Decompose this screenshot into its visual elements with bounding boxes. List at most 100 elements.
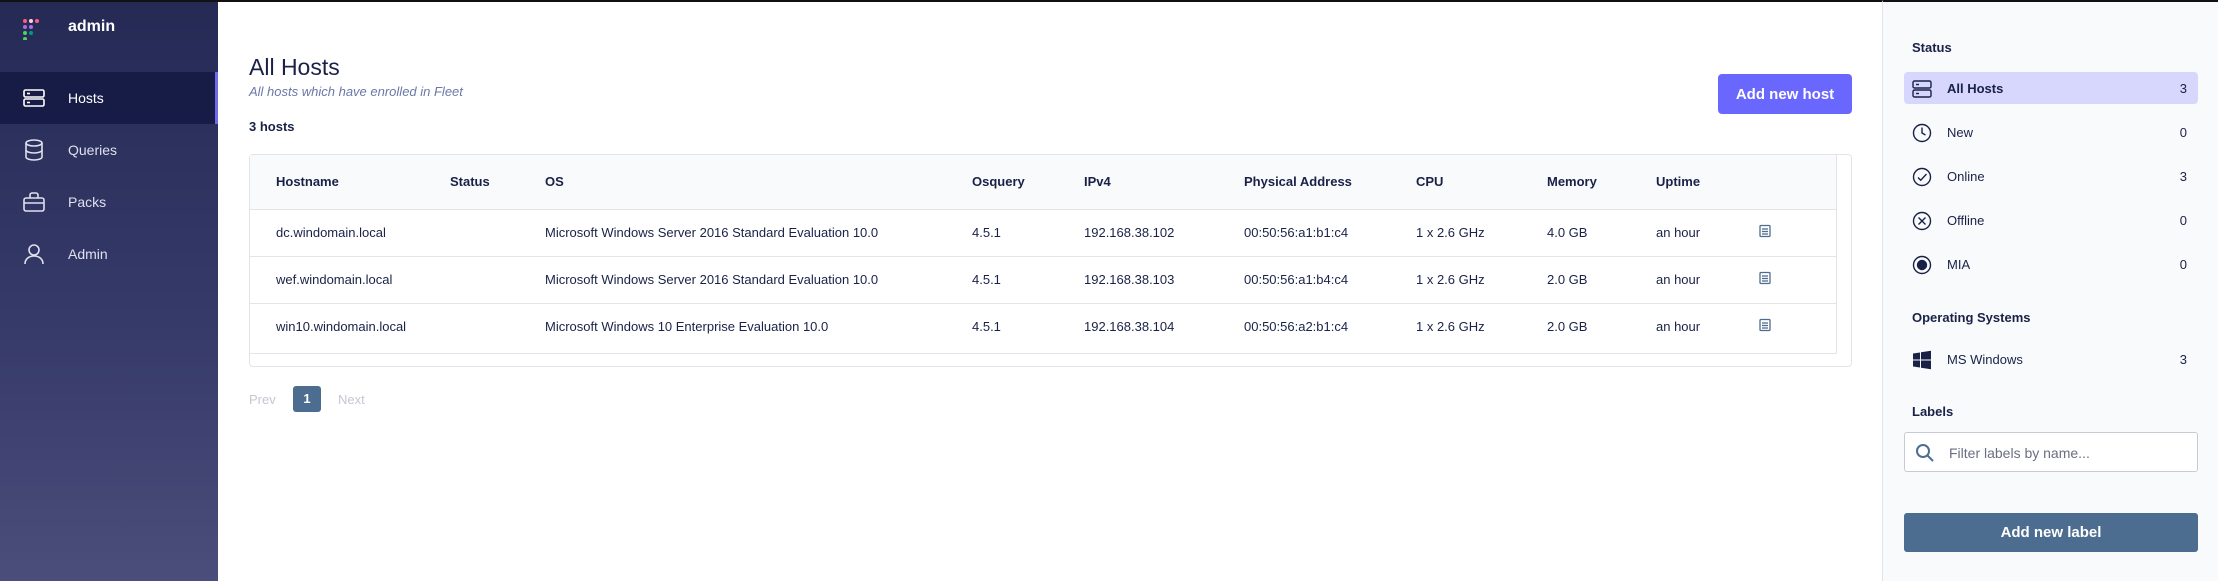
table-row[interactable]: wef.windomain.local Microsoft Windows Se… bbox=[250, 256, 1836, 303]
column-header-uptime[interactable]: Uptime bbox=[1656, 155, 1758, 209]
filter-count: 3 bbox=[2179, 352, 2187, 367]
filter-panel: Status All Hosts 3 New 0 Online 3 Offlin… bbox=[1882, 0, 2218, 581]
mac-cell: 00:50:56:a2:b1:c4 bbox=[1244, 319, 1349, 335]
page-number-button[interactable]: 1 bbox=[293, 386, 321, 412]
filter-all-hosts[interactable]: All Hosts 3 bbox=[1904, 72, 2198, 104]
hostname-link[interactable]: dc.windomain.local bbox=[250, 209, 450, 256]
hosts-table: Hostname Status OS Osquery IPv4 Physical… bbox=[250, 155, 1836, 350]
cpu-cell: 1 x 2.6 GHz bbox=[1416, 319, 1485, 335]
sidebar-item-admin[interactable]: Admin bbox=[0, 228, 218, 280]
status-cell bbox=[450, 256, 545, 303]
column-header-cpu[interactable]: CPU bbox=[1416, 155, 1547, 209]
column-header-memory[interactable]: Memory bbox=[1547, 155, 1656, 209]
sidebar-item-label: Admin bbox=[68, 246, 108, 262]
osquery-cell: 4.5.1 bbox=[972, 319, 1001, 335]
osquery-cell: 4.5.1 bbox=[972, 225, 1001, 240]
osquery-cell: 4.5.1 bbox=[972, 272, 1001, 287]
column-header-status[interactable]: Status bbox=[450, 155, 545, 209]
column-header-osquery[interactable]: Osquery bbox=[972, 155, 1084, 209]
hostname-link[interactable]: wef.windomain.local bbox=[250, 256, 450, 303]
os-cell: Microsoft Windows Server 2016 Standard E… bbox=[545, 272, 879, 287]
filter-os-windows[interactable]: MS Windows 3 bbox=[1904, 343, 2198, 375]
add-new-label-button[interactable]: Add new label bbox=[1904, 513, 2198, 552]
labels-section-title: Labels bbox=[1912, 404, 1954, 419]
fleet-logo-icon bbox=[23, 19, 39, 40]
ipv4-cell: 192.168.38.104 bbox=[1084, 319, 1175, 335]
all-hosts-icon bbox=[1912, 80, 1932, 98]
sidebar: admin Hosts Queries Packs Admin bbox=[0, 0, 218, 581]
filter-count: 0 bbox=[2179, 257, 2187, 272]
column-header-hostname[interactable]: Hostname bbox=[250, 155, 450, 209]
filter-count: 3 bbox=[2179, 169, 2187, 184]
sidebar-item-queries[interactable]: Queries bbox=[0, 124, 218, 176]
filter-label: MS Windows bbox=[1947, 352, 2023, 367]
x-circle-icon bbox=[1912, 211, 1932, 231]
filter-count: 0 bbox=[2179, 213, 2187, 228]
hostname-link[interactable]: win10.windomain.local bbox=[250, 303, 450, 350]
filter-label: MIA bbox=[1947, 257, 1971, 272]
filter-new[interactable]: New 0 bbox=[1904, 116, 2198, 148]
mac-cell: 00:50:56:a1:b1:c4 bbox=[1244, 225, 1349, 240]
memory-cell: 2.0 GB bbox=[1547, 272, 1588, 287]
status-section-title: Status bbox=[1912, 40, 1952, 55]
status-cell bbox=[450, 209, 545, 256]
clock-icon bbox=[1912, 123, 1932, 143]
mac-cell: 00:50:56:a1:b4:c4 bbox=[1244, 272, 1349, 287]
label-filter-input[interactable] bbox=[1947, 441, 2191, 465]
next-page-button[interactable]: Next bbox=[338, 392, 365, 407]
search-icon bbox=[1916, 444, 1934, 462]
table-row[interactable]: dc.windomain.local Microsoft Windows Ser… bbox=[250, 209, 1836, 256]
cpu-cell: 1 x 2.6 GHz bbox=[1416, 225, 1485, 240]
filter-count: 3 bbox=[2179, 81, 2187, 96]
filter-count: 0 bbox=[2179, 125, 2187, 140]
cpu-cell: 1 x 2.6 GHz bbox=[1416, 272, 1485, 287]
filter-label: All Hosts bbox=[1947, 81, 2004, 96]
os-cell: Microsoft Windows 10 Enterprise Evaluati… bbox=[545, 319, 829, 335]
check-circle-icon bbox=[1912, 167, 1932, 187]
os-cell: Microsoft Windows Server 2016 Standard E… bbox=[545, 225, 879, 240]
uptime-cell: an hour bbox=[1656, 272, 1701, 287]
hosts-table-container[interactable]: Hostname Status OS Osquery IPv4 Physical… bbox=[249, 154, 1852, 367]
filter-label: Offline bbox=[1947, 213, 1985, 228]
sidebar-item-label: Queries bbox=[68, 142, 118, 158]
column-header-actions bbox=[1758, 155, 1836, 209]
filter-mia[interactable]: MIA 0 bbox=[1904, 248, 2198, 280]
host-details-icon[interactable] bbox=[1758, 318, 1772, 332]
column-header-physical-address[interactable]: Physical Address bbox=[1244, 155, 1416, 209]
brand[interactable]: admin bbox=[0, 2, 218, 57]
page-subtitle: All hosts which have enrolled in Fleet bbox=[249, 84, 463, 99]
label-search-box bbox=[1904, 432, 2198, 472]
memory-cell: 4.0 GB bbox=[1547, 225, 1588, 240]
ipv4-cell: 192.168.38.102 bbox=[1084, 225, 1175, 240]
prev-page-button[interactable]: Prev bbox=[249, 392, 276, 407]
mia-icon bbox=[1912, 255, 1932, 275]
hosts-icon bbox=[23, 89, 45, 107]
uptime-cell: an hour bbox=[1656, 225, 1701, 240]
table-row[interactable]: win10.windomain.local Microsoft Windows … bbox=[250, 303, 1836, 350]
host-details-icon[interactable] bbox=[1758, 224, 1772, 238]
filter-online[interactable]: Online 3 bbox=[1904, 160, 2198, 192]
queries-icon bbox=[25, 139, 43, 161]
column-header-ipv4[interactable]: IPv4 bbox=[1084, 155, 1244, 209]
status-cell bbox=[450, 303, 545, 350]
memory-cell: 2.0 GB bbox=[1547, 319, 1588, 335]
user-name: admin bbox=[68, 18, 116, 35]
sidebar-item-packs[interactable]: Packs bbox=[0, 176, 218, 228]
filter-offline[interactable]: Offline 0 bbox=[1904, 204, 2198, 236]
packs-icon bbox=[23, 192, 45, 212]
sidebar-item-label: Packs bbox=[68, 194, 107, 210]
page-title: All Hosts bbox=[249, 54, 340, 80]
table-header-row: Hostname Status OS Osquery IPv4 Physical… bbox=[250, 155, 1836, 209]
os-section-title: Operating Systems bbox=[1912, 310, 2031, 325]
main-content: All Hosts All hosts which have enrolled … bbox=[218, 0, 1882, 581]
windows-icon bbox=[1913, 350, 1931, 370]
host-count: 3 hosts bbox=[249, 119, 295, 134]
sidebar-item-label: Hosts bbox=[68, 90, 104, 106]
sidebar-item-hosts[interactable]: Hosts bbox=[0, 72, 218, 124]
uptime-cell: an hour bbox=[1656, 319, 1701, 335]
ipv4-cell: 192.168.38.103 bbox=[1084, 272, 1175, 287]
host-details-icon[interactable] bbox=[1758, 271, 1772, 285]
column-header-os[interactable]: OS bbox=[545, 155, 972, 209]
add-new-host-button[interactable]: Add new host bbox=[1718, 74, 1852, 114]
admin-icon bbox=[24, 244, 44, 265]
